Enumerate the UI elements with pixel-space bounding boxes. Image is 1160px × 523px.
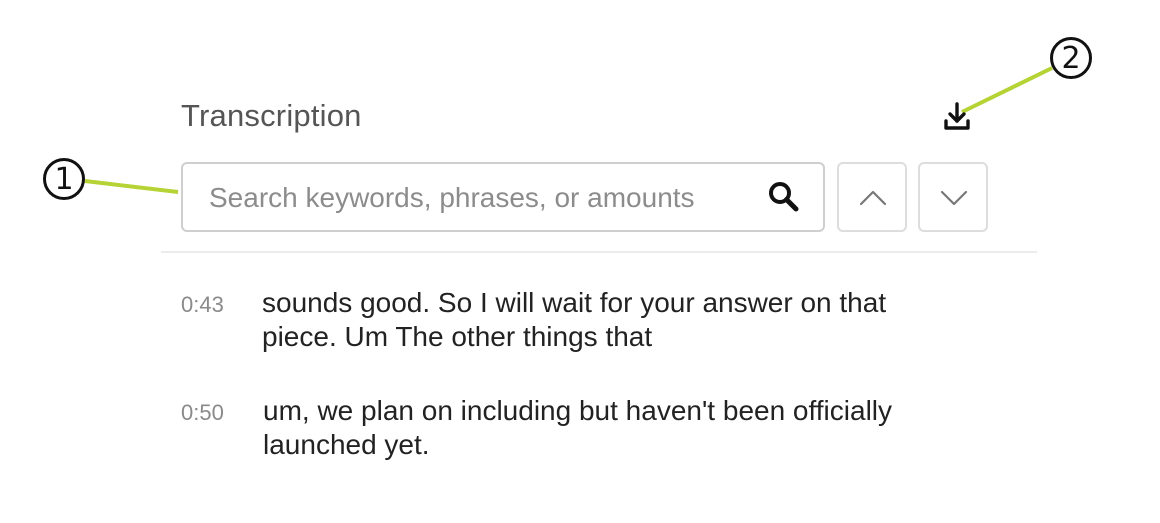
timestamp[interactable]: 0:43 (181, 292, 224, 318)
panel-title: Transcription (181, 98, 362, 133)
transcript-line: sounds good. So I will wait for your ans… (262, 287, 887, 318)
transcript-line: um, we plan on including but haven't bee… (263, 395, 893, 426)
callout-marker-1: 1 (43, 158, 85, 200)
transcript-text: um, we plan on including but haven't bee… (263, 394, 1003, 462)
timestamp[interactable]: 0:50 (181, 400, 224, 426)
download-transcript-button[interactable] (940, 100, 974, 134)
transcript-line: piece. Um The other things that (262, 321, 653, 352)
callout-1-line (84, 179, 179, 194)
callout-marker-2: 2 (1050, 37, 1092, 79)
next-match-button[interactable] (918, 162, 988, 232)
chevron-down-icon (940, 190, 968, 206)
search-icon[interactable] (767, 180, 801, 214)
search-field[interactable] (181, 162, 825, 232)
transcript-line: launched yet. (263, 429, 430, 460)
transcript-text: sounds good. So I will wait for your ans… (262, 286, 1002, 354)
search-input[interactable] (209, 176, 749, 220)
divider (161, 251, 1037, 253)
previous-match-button[interactable] (837, 162, 907, 232)
download-icon (944, 102, 970, 130)
chevron-up-icon (859, 190, 887, 206)
callout-2-line (961, 66, 1053, 114)
